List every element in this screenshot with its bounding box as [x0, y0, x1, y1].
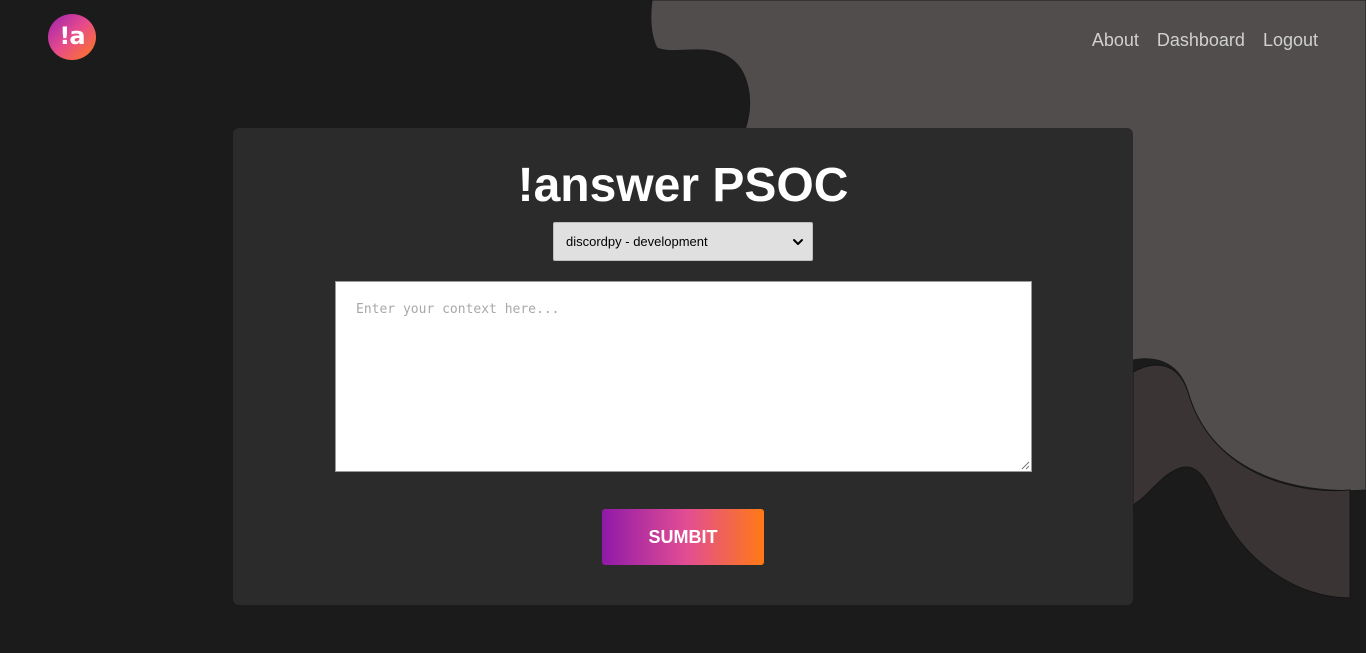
context-textarea[interactable]: Enter your context here... [335, 281, 1032, 472]
app-logo[interactable]: !a [48, 14, 96, 60]
chevron-down-icon [793, 238, 803, 245]
top-nav: About Dashboard Logout [1092, 29, 1318, 51]
channel-select[interactable]: discordpy - development [553, 222, 813, 261]
context-placeholder: Enter your context here... [356, 302, 560, 317]
nav-logout-link[interactable]: Logout [1263, 29, 1318, 51]
resize-grip-icon[interactable] [1020, 460, 1030, 470]
submit-button[interactable]: SUMBIT [602, 509, 764, 565]
background-shape-lower [1132, 364, 1351, 599]
logo-text: !a [59, 22, 85, 50]
form-card: !answer PSOC discordpy - development Ent… [233, 128, 1133, 605]
page-title: !answer PSOC [517, 159, 849, 212]
nav-about-link[interactable]: About [1092, 29, 1139, 51]
channel-select-value: discordpy - development [566, 234, 708, 249]
nav-dashboard-link[interactable]: Dashboard [1157, 29, 1245, 51]
page: !a About Dashboard Logout !answer PSOC d… [0, 0, 1366, 653]
